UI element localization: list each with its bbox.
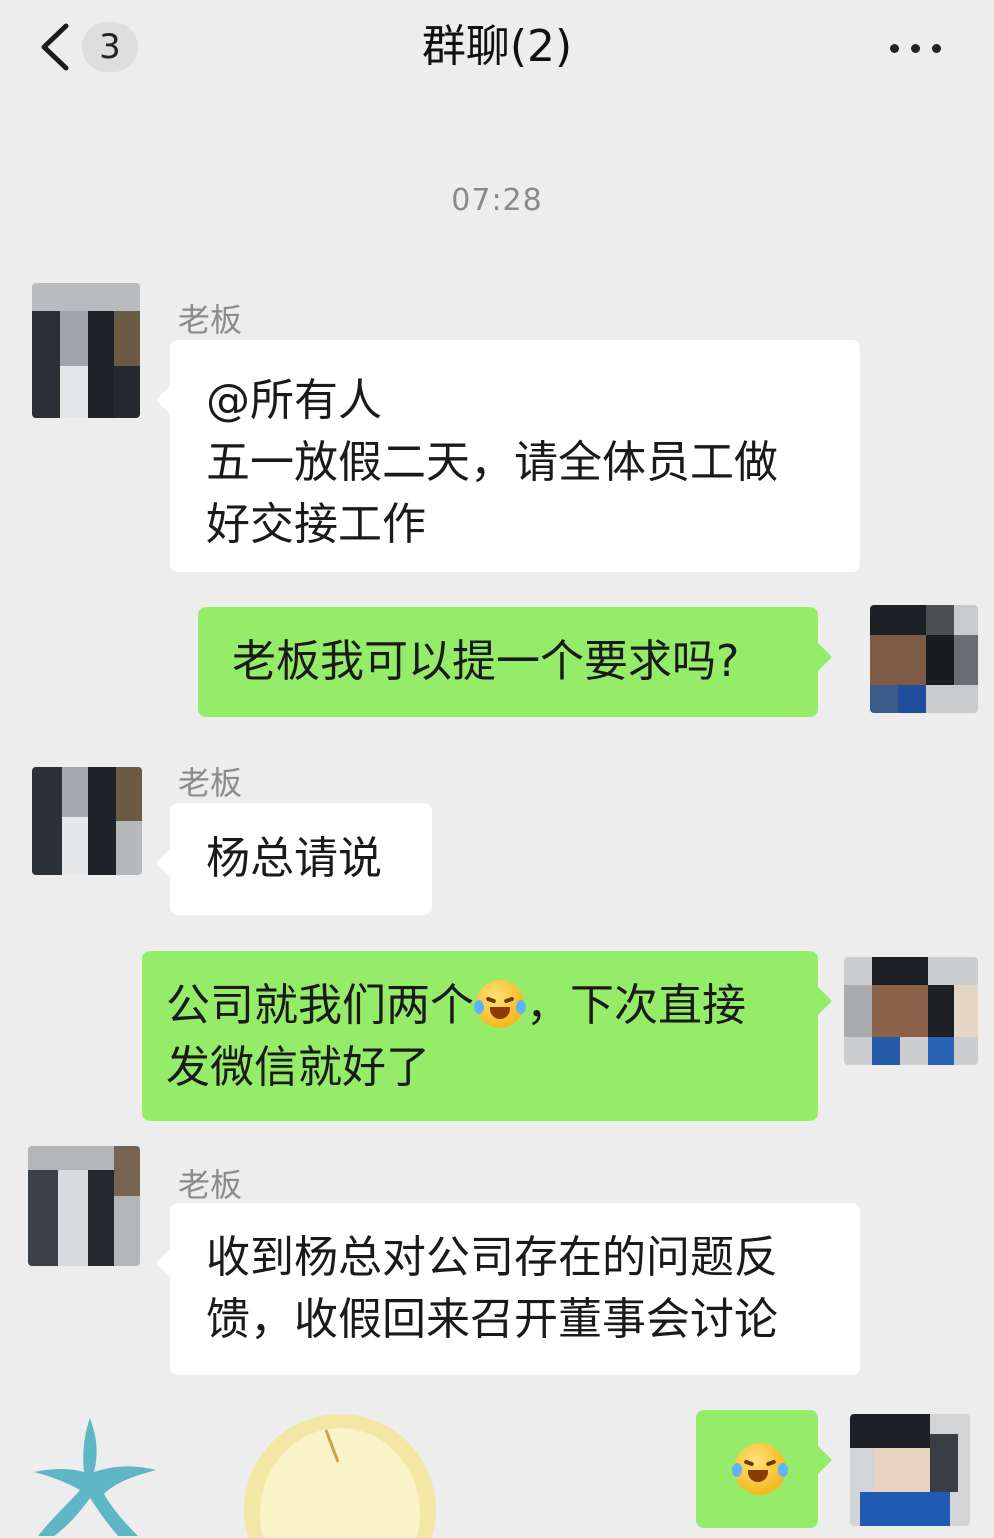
message-bubble-self[interactable]: 公司就我们两个 ，下次直接 发微信就好了: [142, 951, 832, 1121]
avatar-self[interactable]: [844, 957, 978, 1065]
message-timestamp: 07:28: [451, 183, 543, 218]
laughing-crying-emoji-icon: [474, 980, 526, 1028]
message-bubble[interactable]: @所有人 五一放假二天，请全体员工做 好交接工作: [156, 340, 860, 572]
message-text: @所有人: [206, 375, 382, 426]
more-options-button[interactable]: [884, 28, 948, 68]
more-dots-icon: [890, 44, 899, 53]
laughing-crying-emoji-icon: [732, 1443, 788, 1495]
message-bubble[interactable]: 收到杨总对公司存在的问题反 馈，收假回来召开董事会讨论: [156, 1203, 860, 1375]
avatar-boss[interactable]: [32, 767, 142, 875]
message-text: 公司就我们两个: [166, 980, 474, 1031]
message-bubble[interactable]: 杨总请说: [156, 803, 432, 915]
avatar-self[interactable]: [850, 1414, 970, 1526]
message-text: 杨总请说: [206, 833, 382, 884]
message-text: 好交接工作: [206, 499, 426, 550]
avatar-self[interactable]: [870, 605, 978, 713]
message-text: 发微信就好了: [166, 1042, 430, 1093]
avatar-boss[interactable]: [32, 283, 140, 418]
message-text: 老板我可以提一个要求吗?: [232, 636, 740, 687]
sender-name: 老板: [178, 301, 243, 339]
message-bubble-self[interactable]: 老板我可以提一个要求吗?: [198, 607, 832, 717]
message-bubble-self[interactable]: [696, 1410, 832, 1528]
starfish-decoration-icon: [34, 1418, 156, 1536]
sender-name: 老板: [178, 1166, 243, 1204]
message-text: 收到杨总对公司存在的问题反: [206, 1232, 778, 1283]
message-text: 五一放假二天，请全体员工做: [206, 437, 778, 488]
chat-title: 群聊(2): [421, 21, 573, 72]
food-decoration-icon: [244, 1414, 436, 1538]
message-text: ，下次直接: [526, 980, 746, 1031]
avatar-boss[interactable]: [28, 1146, 140, 1266]
message-text: 馈，收假回来召开董事会讨论: [206, 1294, 778, 1345]
sender-name: 老板: [178, 764, 243, 802]
chat-header: 3 群聊(2): [0, 0, 994, 100]
